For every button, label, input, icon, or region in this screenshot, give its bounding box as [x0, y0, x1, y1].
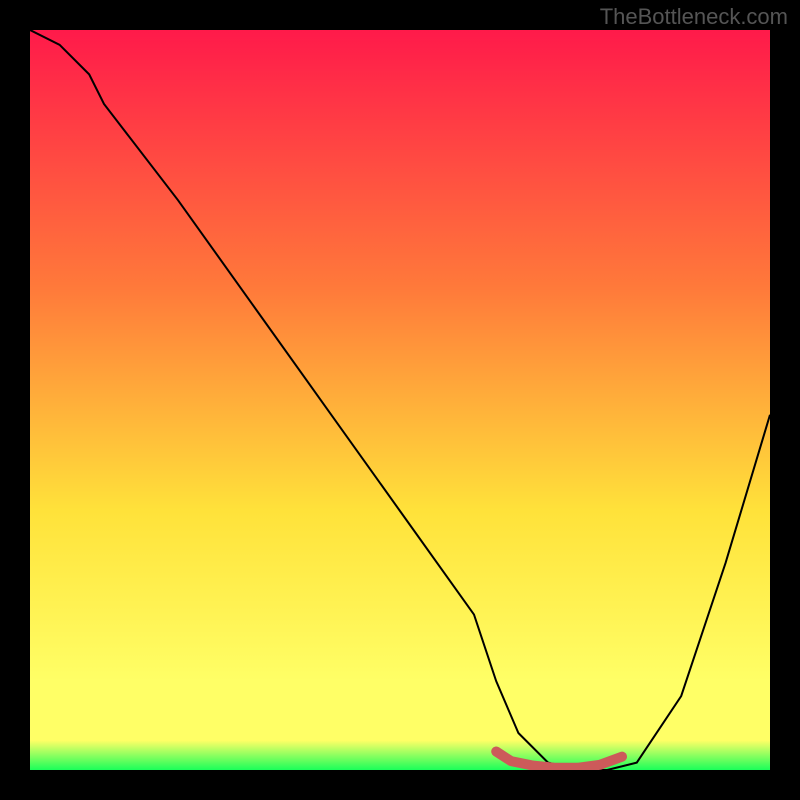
attribution-text: TheBottleneck.com: [600, 4, 788, 30]
gradient-background: [30, 30, 770, 770]
bottleneck-chart: [30, 30, 770, 770]
chart-svg: [30, 30, 770, 770]
